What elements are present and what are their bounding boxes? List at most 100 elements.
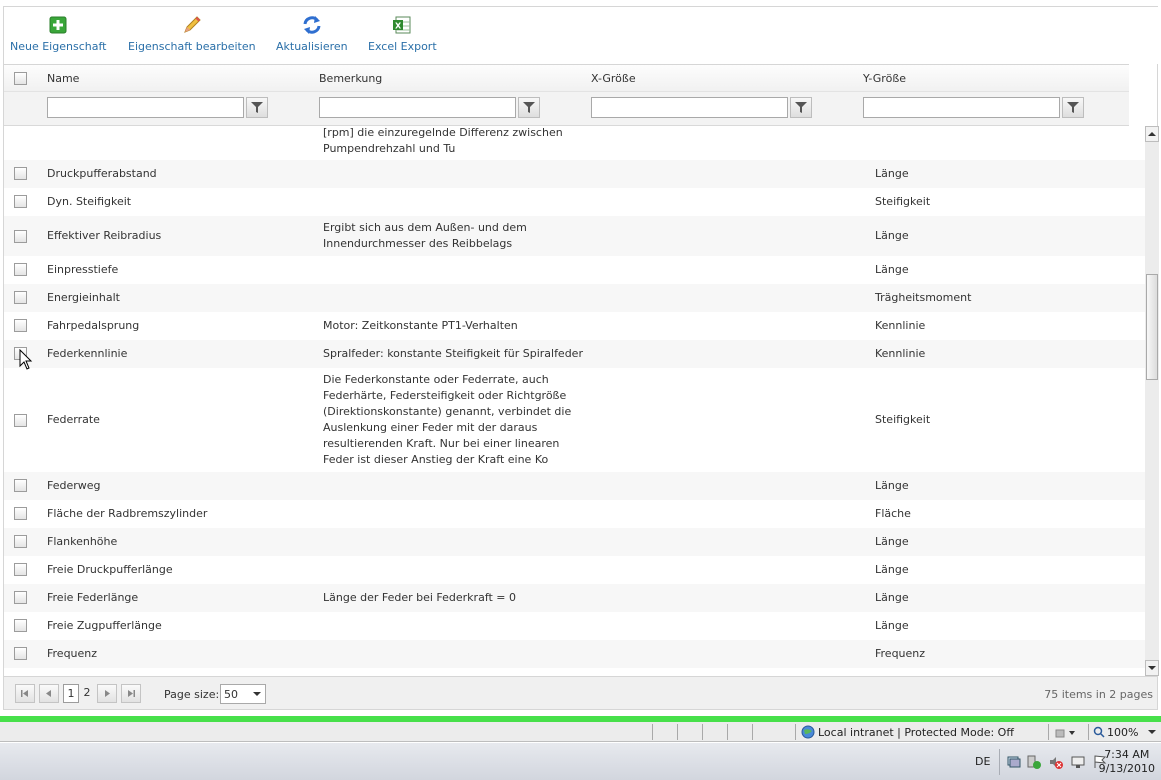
table-row[interactable]: Fahrpedalsprung Motor: Zeitkonstante PT1… <box>4 312 1145 340</box>
filter-name-input[interactable] <box>47 97 244 118</box>
table-row[interactable]: Dyn. Steifigkeit Steifigkeit <box>4 188 1145 216</box>
row-checkbox[interactable] <box>14 535 27 548</box>
last-page-button[interactable] <box>121 684 141 703</box>
table-row[interactable]: Freie Federlänge Länge der Feder bei Fed… <box>4 584 1145 612</box>
y-size-cell: Trägheitsmoment <box>875 291 972 304</box>
row-checkbox[interactable] <box>14 647 27 660</box>
filter-name-button[interactable] <box>246 97 268 118</box>
row-checkbox[interactable] <box>14 591 27 604</box>
y-size-cell: Länge <box>875 535 909 548</box>
pager: 1 2 Page size: 50 75 items in 2 pages <box>4 676 1157 710</box>
scroll-down-button[interactable] <box>1145 660 1159 676</box>
pencil-icon <box>183 16 201 33</box>
row-checkbox[interactable] <box>14 167 27 180</box>
filter-icon <box>795 102 807 113</box>
row-checkbox[interactable] <box>14 291 27 304</box>
table-row[interactable]: [rpm] die einzuregelnde Differenz zwisch… <box>4 126 1145 160</box>
volume-muted-icon[interactable] <box>1049 755 1063 769</box>
page-1-button[interactable]: 1 <box>63 684 79 703</box>
edit-property-label: Eigenschaft bearbeiten <box>128 40 256 53</box>
language-indicator[interactable]: DE <box>975 755 990 768</box>
name-cell: Freie Zugpufferlänge <box>47 619 162 632</box>
filter-remark-input[interactable] <box>319 97 516 118</box>
name-cell: Federkennlinie <box>47 347 128 360</box>
table-row[interactable]: Frequenz Frequenz <box>4 640 1145 668</box>
row-checkbox[interactable] <box>14 619 27 632</box>
last-page-icon <box>128 690 135 697</box>
column-header-remark[interactable]: Bemerkung <box>319 72 382 85</box>
row-checkbox[interactable] <box>14 230 27 243</box>
name-cell: Energieinhalt <box>47 291 120 304</box>
row-checkbox[interactable] <box>14 195 27 208</box>
filter-y-size-button[interactable] <box>1062 97 1084 118</box>
security-settings-icon[interactable] <box>1054 726 1076 739</box>
row-checkbox[interactable] <box>14 507 27 520</box>
filter-x-size-input[interactable] <box>591 97 788 118</box>
vertical-scrollbar[interactable] <box>1145 126 1159 676</box>
network-icon[interactable] <box>1007 755 1021 769</box>
table-row[interactable]: Einpresstiefe Länge <box>4 256 1145 284</box>
row-checkbox[interactable] <box>14 263 27 276</box>
table-row[interactable]: Federrate Die Federkonstante oder Federr… <box>4 368 1145 472</box>
browser-status-bar: Local intranet | Protected Mode: Off 100… <box>0 722 1161 742</box>
filter-icon <box>523 102 535 113</box>
column-header-x-size[interactable]: X-Größe <box>591 72 636 85</box>
excel-export-button[interactable]: X Excel Export <box>368 14 437 53</box>
page-size-value: 50 <box>224 688 238 701</box>
name-cell: Frequenz <box>47 647 98 660</box>
status-divider <box>702 724 703 740</box>
page-2-button[interactable]: 2 <box>81 684 93 703</box>
y-size-cell: Kennlinie <box>875 319 926 332</box>
excel-icon: X <box>393 16 411 34</box>
filter-x-size-button[interactable] <box>790 97 812 118</box>
table-row[interactable]: Energieinhalt Trägheitsmoment <box>4 284 1145 312</box>
tray-divider <box>999 749 1000 775</box>
page-size-select[interactable]: 50 <box>220 684 266 704</box>
edit-property-button[interactable]: Eigenschaft bearbeiten <box>128 14 256 53</box>
table-row[interactable]: Druckpufferabstand Länge <box>4 160 1145 188</box>
row-checkbox[interactable] <box>14 414 27 427</box>
remark-cell: Spralfeder: konstante Steifigkeit für Sp… <box>323 347 583 360</box>
zoom-dropdown-icon[interactable] <box>1148 730 1156 735</box>
name-cell: Freie Druckpufferlänge <box>47 563 173 576</box>
security-zone-text[interactable]: Local intranet | Protected Mode: Off <box>818 726 1014 739</box>
filter-row <box>4 92 1129 126</box>
table-row[interactable]: Freie Zugpufferlänge Länge <box>4 612 1145 640</box>
y-size-cell: Kennlinie <box>875 347 926 360</box>
new-property-button[interactable]: Neue Eigenschaft <box>10 14 106 53</box>
remark-cell: [rpm] die einzuregelnde Differenz zwisch… <box>323 126 563 139</box>
name-cell: Dyn. Steifigkeit <box>47 195 132 208</box>
y-size-cell: Länge <box>875 591 909 604</box>
first-page-button[interactable] <box>15 684 35 703</box>
grid-rows: [rpm] die einzuregelnde Differenz zwisch… <box>4 126 1145 676</box>
taskbar: DE 7:34 AM 9/13/2010 <box>0 743 1161 780</box>
monitor-icon[interactable] <box>1071 755 1085 769</box>
zoom-level[interactable]: 100% <box>1107 726 1138 739</box>
refresh-button[interactable]: Aktualisieren <box>276 14 348 53</box>
filter-remark-button[interactable] <box>518 97 540 118</box>
status-divider <box>795 724 796 740</box>
filter-y-size-input[interactable] <box>863 97 1060 118</box>
scroll-up-button[interactable] <box>1145 126 1159 142</box>
y-size-cell: Länge <box>875 229 909 242</box>
security-shield-icon[interactable] <box>1027 755 1041 769</box>
table-row[interactable]: Federkennlinie Spralfeder: konstante Ste… <box>4 340 1145 368</box>
next-page-icon <box>105 690 110 697</box>
column-header-name[interactable]: Name <box>47 72 79 85</box>
next-page-button[interactable] <box>97 684 117 703</box>
table-row[interactable]: Freie Druckpufferlänge Länge <box>4 556 1145 584</box>
select-all-checkbox[interactable] <box>14 72 27 85</box>
table-row[interactable]: Flankenhöhe Länge <box>4 528 1145 556</box>
clock[interactable]: 7:34 AM 9/13/2010 <box>1099 748 1155 776</box>
row-checkbox[interactable] <box>14 479 27 492</box>
prev-page-button[interactable] <box>39 684 59 703</box>
table-row[interactable]: Federweg Länge <box>4 472 1145 500</box>
column-header-y-size[interactable]: Y-Größe <box>863 72 906 85</box>
scrollbar-thumb[interactable] <box>1146 274 1158 380</box>
refresh-icon <box>303 16 321 34</box>
table-row[interactable]: Fläche der Radbremszylinder Fläche <box>4 500 1145 528</box>
row-checkbox[interactable] <box>14 563 27 576</box>
status-divider <box>652 724 653 740</box>
row-checkbox[interactable] <box>14 319 27 332</box>
table-row[interactable]: Effektiver Reibradius Ergibt sich aus de… <box>4 216 1145 256</box>
